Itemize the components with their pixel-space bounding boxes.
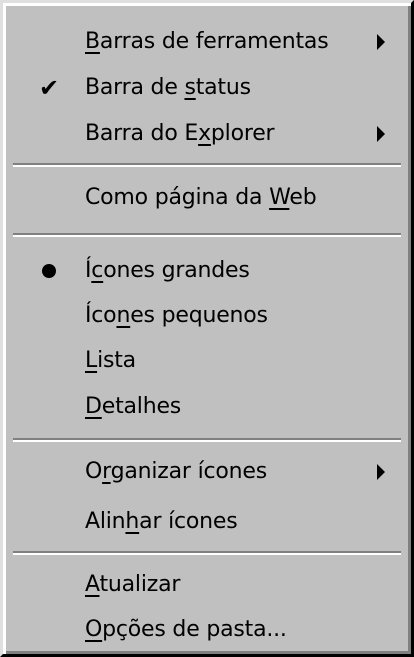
- menu-item-arrange-icons[interactable]: Organizar ícones: [9, 449, 405, 495]
- menu-item-status-bar[interactable]: ✔ Barra de status: [9, 65, 405, 111]
- checkmark-icon: ✔: [38, 74, 60, 102]
- menu-item-details[interactable]: Detalhes: [9, 384, 405, 430]
- menu-item-small-icons[interactable]: Ícones pequenos: [9, 293, 405, 339]
- menu-item-label: Opções de pasta...: [85, 617, 287, 642]
- menu-item-label: Barra do Explorer: [85, 121, 275, 146]
- menu-item-label: Barra de status: [85, 75, 251, 100]
- menu-item-label: Ícones pequenos: [85, 303, 268, 328]
- menu-separator: [13, 551, 401, 555]
- menu-item-label: Atualizar: [85, 572, 181, 597]
- menu-item-as-web-page[interactable]: Como página da Web: [9, 175, 405, 221]
- menu-separator: [13, 163, 401, 167]
- view-context-menu: Barras de ferramentas ✔ Barra de status …: [0, 0, 414, 657]
- menu-item-label: Organizar ícones: [85, 459, 267, 484]
- submenu-arrow-icon: [377, 34, 385, 50]
- menu-item-label: Detalhes: [85, 394, 182, 419]
- menu-item-refresh[interactable]: Atualizar: [9, 562, 405, 608]
- menu-item-label: Lista: [85, 348, 136, 373]
- menu-item-list[interactable]: Lista: [9, 338, 405, 384]
- menu-separator: [13, 233, 401, 237]
- submenu-arrow-icon: [377, 126, 385, 142]
- menu-item-line-up-icons[interactable]: Alinhar ícones: [9, 499, 405, 545]
- menu-item-label: Ícones grandes: [85, 258, 250, 283]
- menu-item-label: Como página da Web: [85, 185, 317, 210]
- menu-separator: [13, 438, 401, 442]
- menu-item-label: Alinhar ícones: [85, 509, 238, 534]
- menu-item-large-icons[interactable]: Ícones grandes: [9, 248, 405, 294]
- menu-item-label: Barras de ferramentas: [85, 29, 329, 54]
- menu-item-explorer-bar[interactable]: Barra do Explorer: [9, 111, 405, 157]
- menu-item-folder-options[interactable]: Opções de pasta...: [9, 607, 405, 653]
- radio-bullet-icon: [9, 248, 89, 294]
- menu-item-toolbars[interactable]: Barras de ferramentas: [9, 19, 405, 65]
- submenu-arrow-icon: [377, 464, 385, 480]
